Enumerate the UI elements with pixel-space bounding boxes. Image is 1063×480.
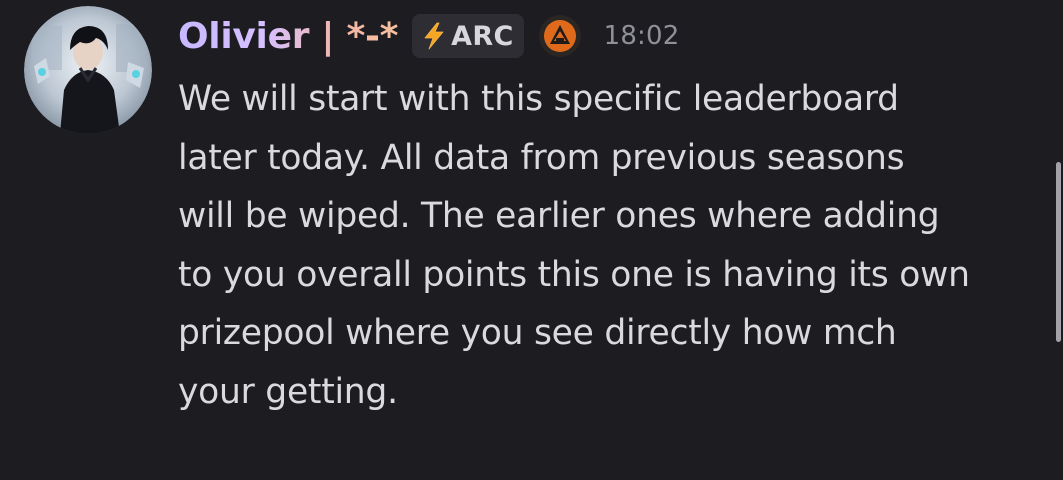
message-text-line: prizepool where you see directly how mch [178,313,897,353]
scrollbar-thumb[interactable] [1056,162,1061,342]
server-tag-label: ARC [451,20,514,52]
message-text-line: will be wiped. The earlier ones where ad… [178,196,940,236]
lightning-bolt-icon [424,22,444,50]
avatar[interactable] [24,6,152,134]
avatar-image [24,6,152,134]
message-header: Olivier | *-* ARC 18:02 [178,10,680,62]
message-timestamp[interactable]: 18:02 [604,21,680,51]
message-content: We will start with this specific leaderb… [178,70,1058,421]
message-text-line: to you overall points this one is having… [178,254,970,295]
server-tag[interactable]: ARC [412,14,524,58]
orange-triangle-badge-icon[interactable] [538,14,582,58]
username[interactable]: Olivier | *-* [178,16,398,57]
chat-message: Olivier | *-* ARC 18:02 We will start wi… [0,0,1063,480]
message-text-line: We will start with this specific leaderb… [178,79,899,119]
message-text-line: later today. All data from previous seas… [178,137,905,178]
message-text-line: your getting. [178,371,398,412]
